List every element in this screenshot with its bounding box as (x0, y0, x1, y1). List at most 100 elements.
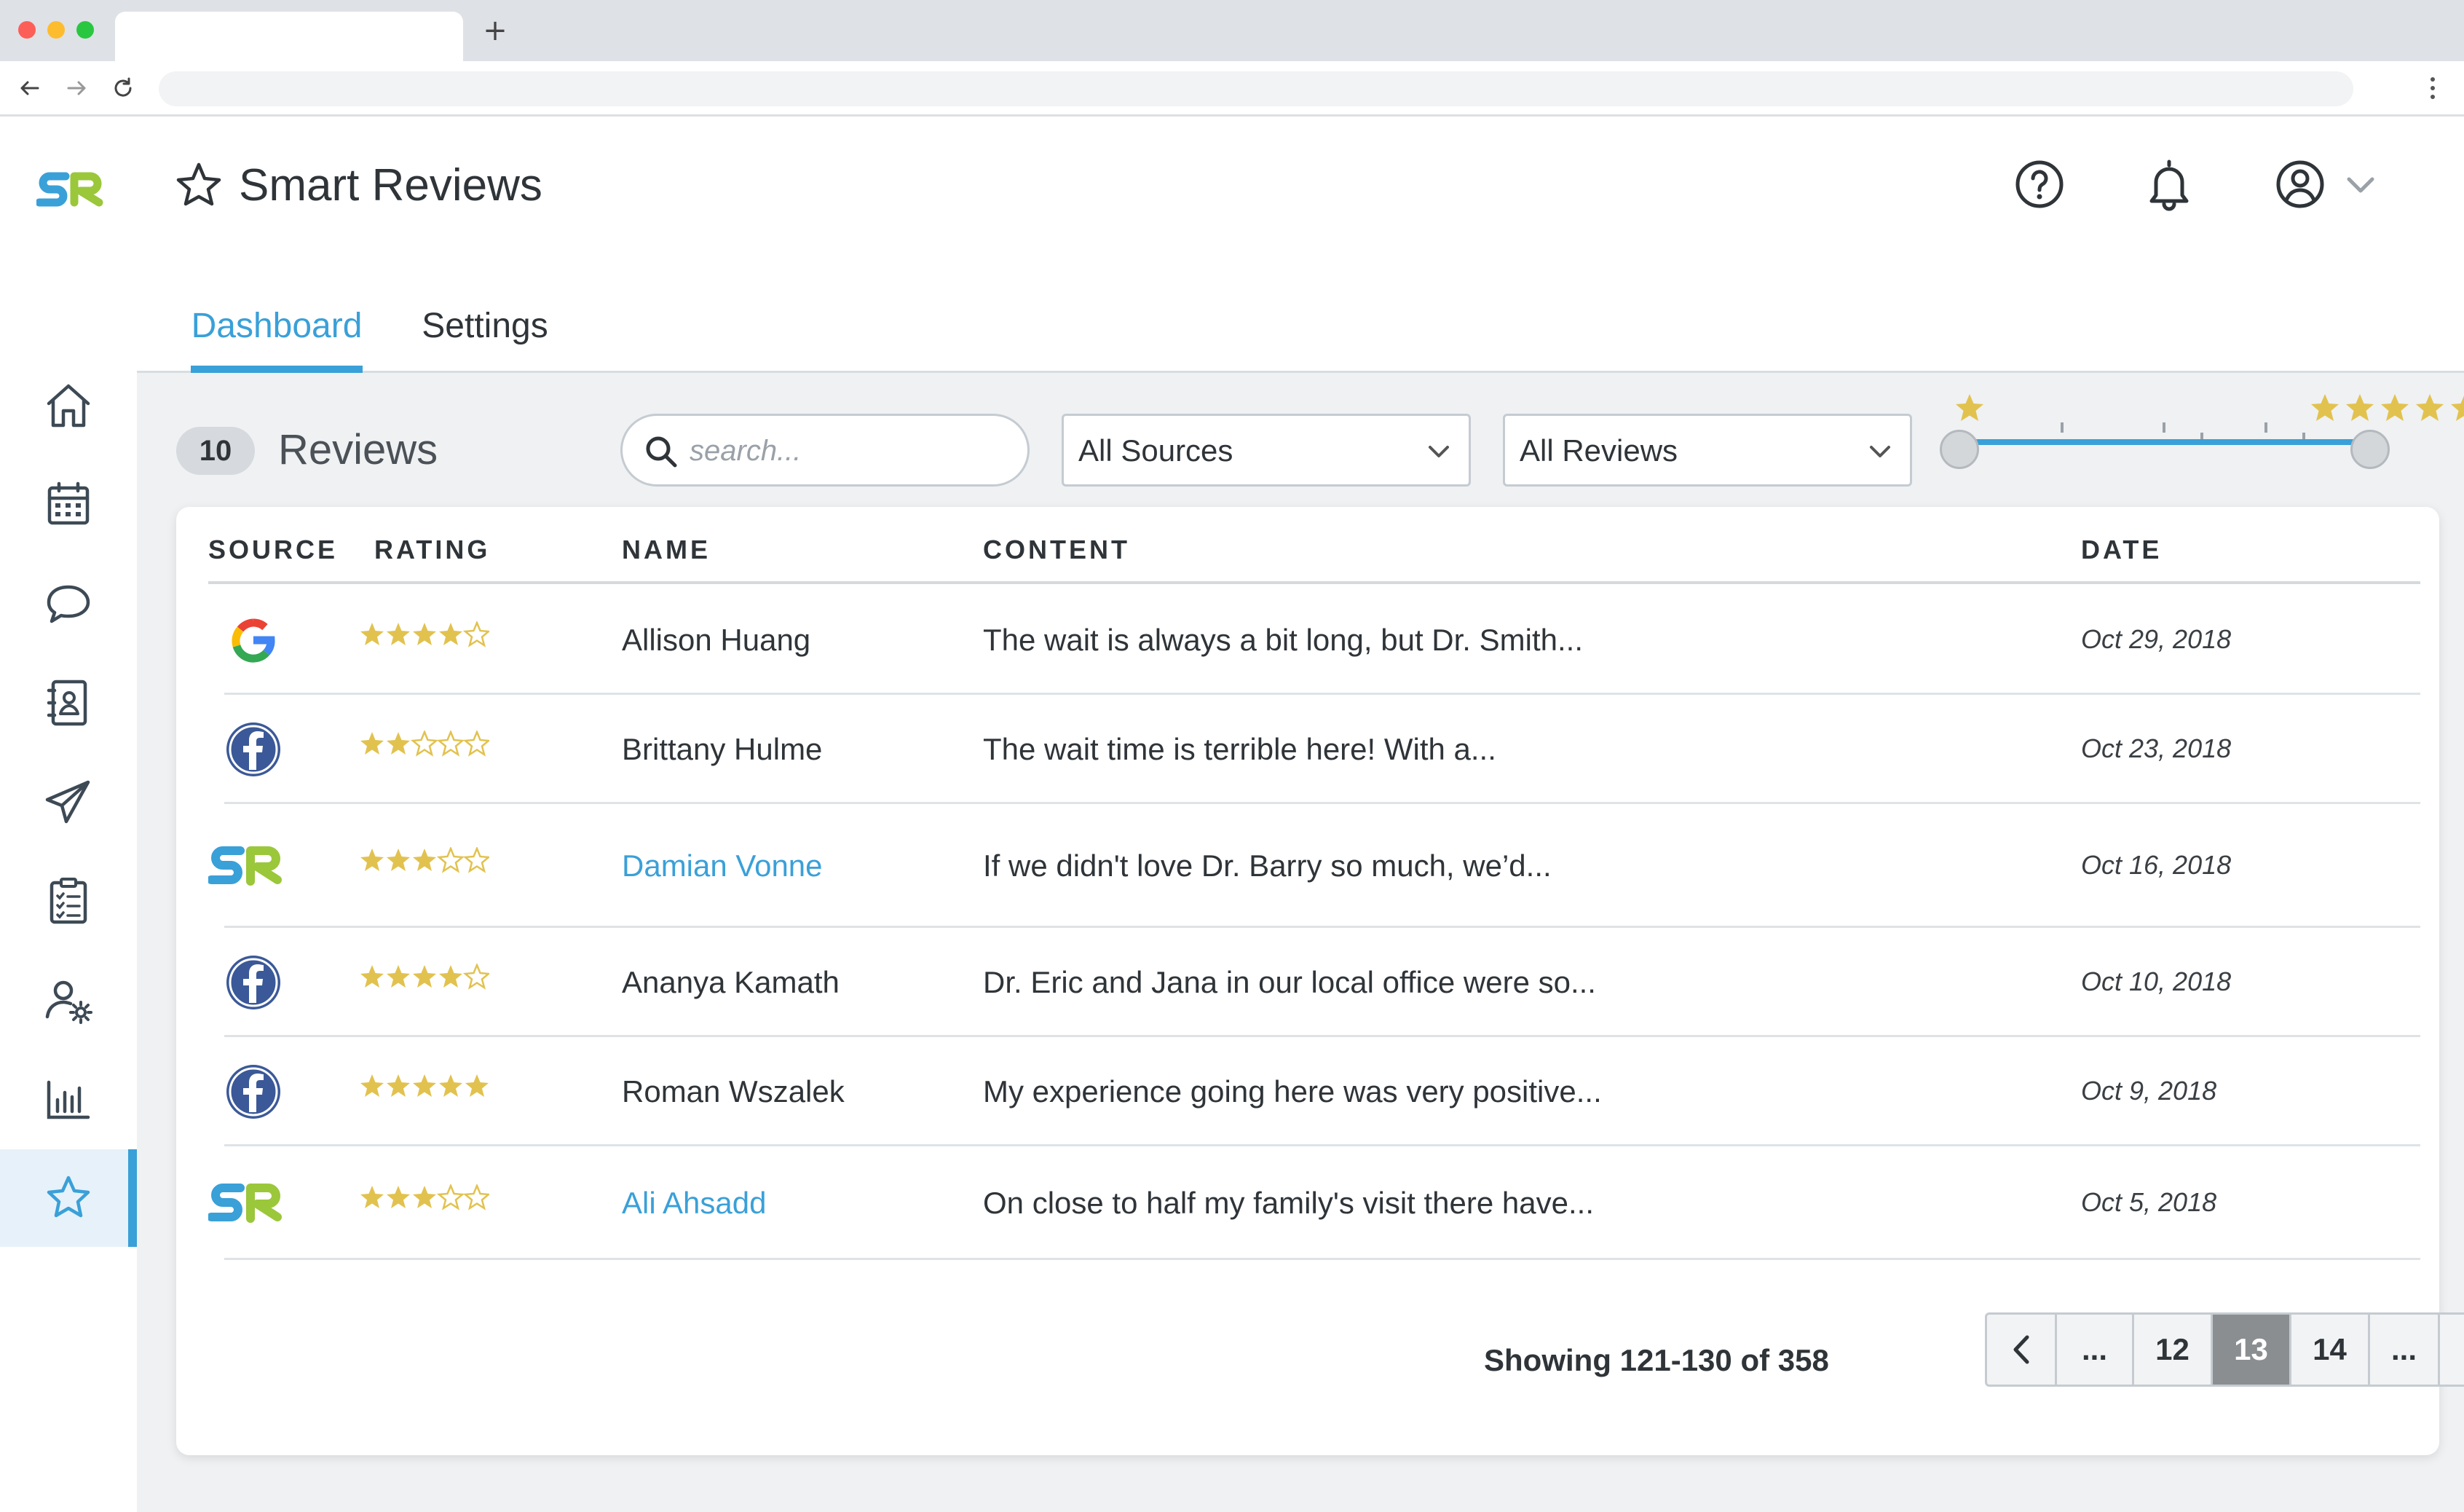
google-icon (232, 618, 275, 663)
address-bar[interactable] (159, 71, 2353, 106)
reviewer-name-link[interactable]: Damian Vonne (622, 848, 823, 883)
review-content[interactable]: The wait is always a bit long, but Dr. S… (983, 623, 1583, 658)
source-filter-select[interactable]: All Sources (1062, 414, 1471, 487)
chevron-left-icon (2013, 1335, 2029, 1364)
tab-dashboard[interactable]: Dashboard (191, 290, 363, 373)
column-header-content[interactable]: CONTENT (983, 535, 1130, 565)
chevron-right-icon (2460, 1331, 2464, 1368)
smart-reviews-logo[interactable] (36, 166, 109, 213)
table-row[interactable]: Damian Vonne If we didn't love Dr. Barry … (208, 804, 2420, 928)
window-maximize-button[interactable] (76, 21, 94, 39)
reviewer-name: Allison Huang (622, 623, 811, 657)
sidebar-item-contacts[interactable] (0, 654, 137, 752)
star-filled-icon (413, 965, 436, 988)
sidebar-item-calendar[interactable] (0, 456, 137, 554)
table-row[interactable]: Ananya Kamath Dr. Eric and Jana in our lo… (224, 928, 2420, 1037)
star-rating (360, 962, 491, 990)
review-filter-select[interactable]: All Reviews (1503, 414, 1912, 487)
cell-source (224, 1037, 312, 1146)
header-divider (208, 581, 2420, 584)
review-date: Oct 5, 2018 (2081, 1187, 2217, 1217)
review-content[interactable]: If we didn't love Dr. Barry so much, we’… (983, 848, 1552, 883)
star-rating (360, 846, 491, 873)
sidebar-item-send[interactable] (0, 753, 137, 851)
review-content[interactable]: Dr. Eric and Jana in our local office we… (983, 965, 1596, 1000)
column-header-name[interactable]: NAME (622, 535, 711, 565)
cell-source (224, 586, 312, 695)
star-filled-icon (387, 1074, 410, 1097)
cell-source (208, 1146, 296, 1260)
table-row[interactable]: Ali Ahsadd On close to half my family's v… (208, 1146, 2420, 1260)
star-filled-icon (387, 732, 410, 755)
next-page-button[interactable] (2440, 1315, 2464, 1385)
review-count-label: Reviews (278, 426, 438, 473)
chevron-down-icon[interactable] (2343, 172, 2378, 198)
new-tab-button[interactable]: + (481, 16, 510, 45)
favorite-star-icon[interactable] (173, 160, 224, 211)
sidebar-item-messages[interactable] (0, 555, 137, 653)
table-row[interactable]: Roman Wszalek My experience going here wa… (224, 1037, 2420, 1146)
slider-min-handle[interactable] (1940, 430, 1979, 469)
review-content[interactable]: The wait time is terrible here! With a..… (983, 732, 1496, 767)
search-input[interactable] (690, 429, 1010, 473)
page-button-14[interactable]: 14 (2291, 1315, 2370, 1385)
star-rating (360, 1183, 491, 1210)
sidebar-item-tasks[interactable] (0, 852, 137, 950)
page-button-12[interactable]: 12 (2134, 1315, 2213, 1385)
bar-chart-icon (47, 1080, 90, 1119)
column-header-date[interactable]: DATE (2081, 535, 2162, 565)
notification-bell-icon[interactable] (2138, 153, 2200, 216)
star-filled-icon (439, 965, 462, 988)
cell-rating (358, 1183, 491, 1216)
browser-menu-icon[interactable] (2429, 76, 2436, 101)
chevron-down-icon (1429, 446, 1449, 457)
window-minimize-button[interactable] (47, 21, 65, 39)
browser-toolbar (0, 61, 2464, 117)
table-row[interactable]: Brittany Hulme The wait time is terrible … (224, 695, 2420, 804)
star-empty-icon (436, 729, 465, 757)
facebook-icon (226, 1065, 280, 1119)
review-date: Oct 16, 2018 (2081, 850, 2232, 880)
star-filled-icon (413, 1186, 436, 1208)
contacts-icon (47, 680, 87, 726)
search-icon (646, 436, 677, 468)
home-icon (47, 384, 90, 428)
search-box[interactable] (620, 414, 1030, 487)
sidebar-item-home[interactable] (0, 357, 137, 454)
star-empty-icon (462, 1183, 491, 1210)
reload-icon[interactable] (111, 76, 135, 101)
star-empty-icon (410, 729, 439, 757)
browser-tab[interactable] (115, 12, 463, 61)
window-close-button[interactable] (18, 21, 36, 39)
forward-arrow-icon[interactable] (64, 76, 89, 101)
account-avatar-icon[interactable] (2269, 153, 2331, 216)
source-filter-value: All Sources (1078, 433, 1233, 468)
page-ellipsis-end[interactable]: ... (2370, 1315, 2440, 1385)
column-header-rating[interactable]: RATING (374, 535, 490, 565)
slider-max-handle[interactable] (2350, 430, 2390, 469)
table-row[interactable]: Allison Huang The wait is always a bit lo… (224, 586, 2420, 695)
reviewer-name-link[interactable]: Ali Ahsadd (622, 1186, 766, 1221)
prev-page-button[interactable] (1987, 1315, 2057, 1385)
sidebar-item-user-settings[interactable] (0, 951, 137, 1049)
slider-track[interactable] (1959, 437, 2362, 447)
page-button-13-current[interactable]: 13 (2213, 1315, 2291, 1385)
page-ellipsis-start[interactable]: ... (2057, 1315, 2134, 1385)
review-content[interactable]: On close to half my family's visit there… (983, 1186, 1594, 1221)
chat-icon (47, 585, 90, 623)
review-date: Oct 10, 2018 (2081, 966, 2232, 996)
back-arrow-icon[interactable] (17, 76, 42, 101)
review-content[interactable]: My experience going here was very positi… (983, 1074, 1602, 1109)
sidebar-item-reports[interactable] (0, 1050, 137, 1148)
sidebar-item-reviews[interactable] (0, 1149, 137, 1247)
tab-settings[interactable]: Settings (408, 290, 562, 373)
column-header-source[interactable]: SOURCE (208, 535, 338, 565)
reviewer-name: Brittany Hulme (622, 732, 823, 766)
star-filled-icon (439, 623, 462, 645)
star-empty-icon (462, 962, 491, 990)
help-icon[interactable] (2008, 153, 2071, 216)
star-empty-icon (462, 620, 491, 647)
chevron-down-icon (1870, 446, 1890, 457)
star-filled-icon (439, 1074, 462, 1097)
cell-source (224, 928, 312, 1037)
